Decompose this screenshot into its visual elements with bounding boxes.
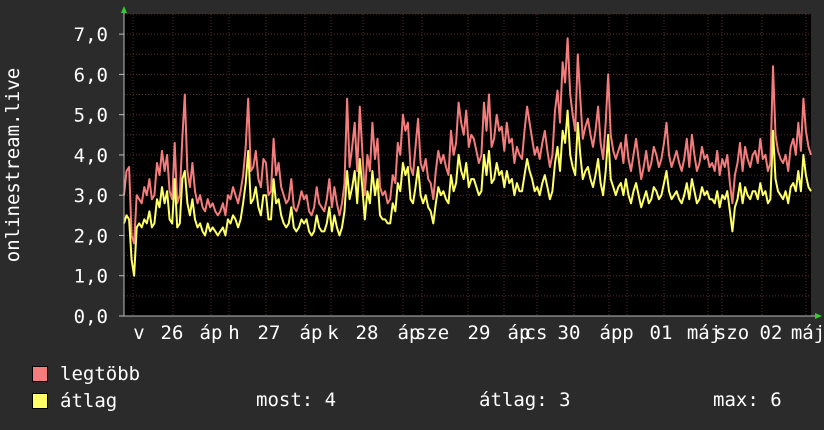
x-tick-label: k	[327, 322, 339, 344]
x-tick-label: 26	[161, 322, 184, 344]
y-tick-label: 7,0	[74, 24, 108, 46]
x-tick-label: cs	[525, 322, 548, 344]
x-tick-label: 27	[258, 322, 281, 344]
y-tick-label: 0,0	[74, 306, 108, 328]
x-tick-label: 28	[356, 322, 379, 344]
y-tick-label: 1,0	[74, 266, 108, 288]
y-tick-label: 6,0	[74, 64, 108, 86]
x-tick-label: 30	[558, 322, 581, 344]
y-tick-label: 3,0	[74, 185, 108, 207]
x-tick-label: 01	[650, 322, 673, 344]
y-axis-title-text: onlinestream.live	[2, 67, 24, 263]
x-tick-label: 29	[468, 322, 491, 344]
y-tick-label: 4,0	[74, 145, 108, 167]
x-tick-label: máj	[791, 322, 824, 344]
y-tick-label: 5,0	[74, 105, 108, 127]
x-tick-label: áp	[600, 322, 623, 344]
x-tick-label: áp	[300, 322, 323, 344]
x-tick-label: 02	[760, 322, 783, 344]
x-tick-label: h	[228, 322, 239, 344]
y-axis-arrow	[121, 6, 127, 13]
y-tick-labels: 0,0 1,0 2,0 3,0 4,0 5,0 6,0 7,0	[74, 24, 124, 328]
x-axis-arrow	[815, 313, 822, 319]
y-axis-title: onlinestream.live	[0, 0, 26, 330]
x-tick-label: áp	[200, 322, 223, 344]
x-tick-label: sze	[415, 322, 449, 344]
x-tick-label: p	[622, 322, 633, 344]
x-tick-label: szo	[715, 322, 749, 344]
y-tick-label: 2,0	[74, 226, 108, 248]
x-tick-labels: v 26 áp h 27 áp k 28 ápsze 29 ápcs 30 áp p 01 májszo 02 m…	[133, 322, 824, 344]
x-tick-label: v	[133, 322, 144, 344]
chart: 0,01,02,03,04,05,06,07,0 v 26 áp h 27 áp k 28 áp…	[74, 6, 824, 344]
